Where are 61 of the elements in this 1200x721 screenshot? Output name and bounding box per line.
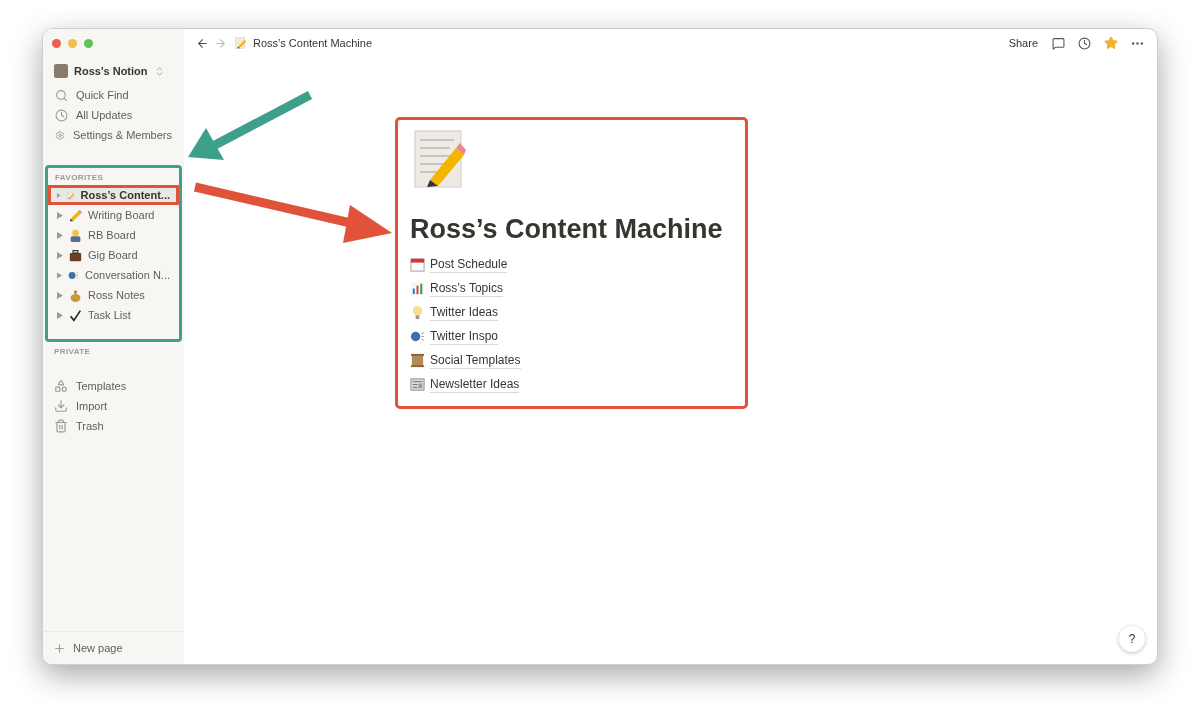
sidebar-action[interactable]: Settings & Members [43, 125, 184, 145]
minimize-window-button[interactable] [68, 39, 77, 48]
new-page-button[interactable]: New page [43, 631, 184, 664]
page-link[interactable]: Twitter Ideas [430, 303, 499, 321]
workspace-switcher[interactable]: Ross's Notion [43, 62, 184, 80]
search-icon [55, 88, 68, 102]
expand-triangle-icon[interactable] [57, 291, 63, 299]
newspaper-icon [410, 376, 425, 392]
sidebar-action[interactable]: Quick Find [43, 85, 184, 105]
plus-icon [53, 641, 66, 655]
clock-icon[interactable] [1078, 36, 1091, 50]
bar-chart-icon [410, 280, 425, 296]
back-arrow-icon[interactable] [196, 36, 209, 50]
favorite-item[interactable]: RB Board [48, 225, 179, 245]
section-heading: PRIVATE [53, 346, 92, 358]
note-pencil-icon [235, 37, 247, 49]
expand-triangle-icon[interactable] [57, 231, 63, 239]
favorite-item[interactable]: Conversation N... [48, 265, 179, 285]
note-pencil-icon [414, 130, 466, 188]
favorite-item[interactable]: Ross’s Content... [48, 185, 179, 205]
page-link[interactable]: Post Schedule [430, 255, 508, 273]
calendar-icon [410, 256, 425, 272]
close-window-button[interactable] [52, 39, 61, 48]
forward-arrow-icon[interactable] [214, 36, 227, 50]
favorite-item[interactable]: Task List [48, 305, 179, 325]
import-icon [54, 399, 68, 413]
help-button[interactable]: ? [1119, 626, 1145, 652]
expand-triangle-icon[interactable] [57, 311, 63, 319]
favorite-item[interactable]: Ross Notes [48, 285, 179, 305]
light-bulb-icon [410, 304, 425, 320]
money-bag-icon [69, 288, 82, 302]
comment-icon[interactable] [1052, 36, 1065, 50]
expand-triangle-icon[interactable] [57, 271, 63, 279]
expand-triangle-icon[interactable] [57, 191, 61, 199]
expand-triangle-icon[interactable] [57, 251, 63, 259]
favorite-item[interactable]: Writing Board [48, 205, 179, 225]
favorite-item[interactable]: Gig Board [48, 245, 179, 265]
trash-icon [54, 419, 68, 433]
sidebar-action[interactable]: All Updates [43, 105, 184, 125]
breadcrumb[interactable]: Ross’s Content Machine [253, 34, 373, 52]
page-link[interactable]: Ross’s Topics [430, 279, 503, 297]
page-title: Ross’s Content Machine [410, 213, 724, 246]
star-icon[interactable] [1104, 36, 1118, 50]
page-link[interactable]: Twitter Inspo [430, 327, 499, 345]
sidebar-tool[interactable]: Import [43, 396, 184, 416]
clock-icon [55, 108, 68, 122]
sidebar-tool[interactable]: Trash [43, 416, 184, 436]
section-heading: FAVORITES [54, 172, 105, 184]
share-button[interactable]: Share [1008, 34, 1038, 52]
templates-icon [54, 379, 68, 393]
sidebar-tool[interactable]: Templates [43, 376, 184, 396]
pencil-icon [69, 208, 82, 222]
briefcase-icon [69, 248, 82, 262]
scroll-icon [410, 352, 425, 368]
avatar-icon [54, 64, 68, 78]
maximize-window-button[interactable] [84, 39, 93, 48]
person-icon [69, 228, 82, 242]
expand-triangle-icon[interactable] [57, 211, 63, 219]
page-link[interactable]: Social Templates [430, 351, 521, 369]
page-link[interactable]: Newsletter Ideas [430, 375, 520, 393]
check-mark-icon [69, 308, 82, 322]
